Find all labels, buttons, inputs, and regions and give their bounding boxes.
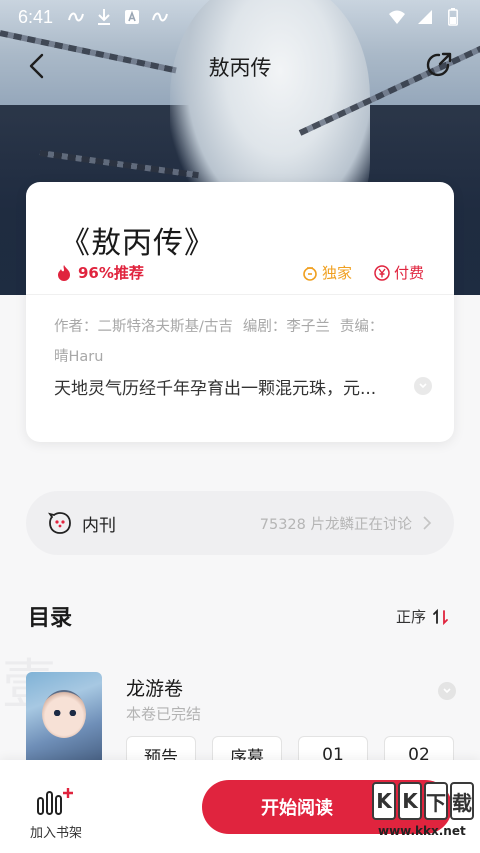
logo-letter: K (372, 782, 396, 820)
yen-icon (374, 264, 390, 281)
add-to-shelf-label: 加入书架 (29, 826, 82, 841)
add-to-shelf-button[interactable]: 加入书架 (26, 784, 86, 844)
volume-cover[interactable] (26, 672, 102, 772)
page-title: 敖丙传 (208, 57, 272, 80)
author-credit: 作者：二斯特洛夫斯基/古吉 (54, 319, 233, 335)
community-label: 内刊 (82, 515, 116, 536)
credits: 作者：二斯特洛夫斯基/古吉 编剧：李子兰 责编： 晴Haru (54, 312, 424, 372)
chevron-right-icon (423, 516, 432, 530)
back-button[interactable] (22, 50, 54, 82)
cover-eyes (52, 710, 78, 716)
sync-icon (67, 8, 85, 26)
a-icon (123, 8, 141, 26)
sort-label: 正序 (395, 608, 426, 626)
chevron-left-icon (29, 53, 44, 79)
book-info-card: 《敖丙传》 96%推荐 独家 付费 作者：二斯特洛夫斯基/古吉 编剧：李子兰 责编：… (26, 182, 454, 442)
logo-letter: 载 (450, 782, 474, 820)
sort-toggle[interactable]: 正序 (396, 606, 450, 627)
paid-tag: 付费 (374, 262, 424, 283)
catalog-title: 目录 (28, 605, 73, 630)
status-time: 6:41 (18, 6, 54, 27)
community-icon (48, 512, 71, 534)
book-summary[interactable]: 天地灵气历经千年孕育出一颗混元珠，元... (54, 374, 406, 399)
exclusive-tag: 独家 (302, 262, 352, 283)
writer-credit: 编剧：李子兰 (242, 319, 330, 335)
exclusive-icon (303, 266, 317, 281)
download-icon (95, 8, 113, 26)
exclusive-label: 独家 (321, 264, 352, 282)
logo-letter: 下 (424, 782, 448, 820)
volume-status: 本卷已完结 (126, 705, 202, 723)
flame-icon (58, 264, 70, 281)
volume-expand-button[interactable] (438, 682, 456, 700)
editor-credit: 责编： (339, 319, 384, 335)
nav-bar: 敖丙传 (0, 42, 480, 90)
bookshelf-add-icon (37, 788, 73, 815)
watermark-logo: K K 下 载 www.kkx.net (372, 782, 476, 852)
status-bar: 6:41 (0, 0, 480, 34)
community-discussion-count: 75328 片龙鳞正在讨论 (259, 516, 412, 533)
community-bar[interactable]: 内刊 75328 片龙鳞正在讨论 (26, 491, 454, 555)
wifi-icon (388, 8, 406, 26)
share-icon (426, 52, 452, 77)
recommend-text: 96%推荐 (78, 264, 144, 282)
summary-expand-button[interactable] (414, 377, 432, 395)
editor-name: 晴Haru (54, 349, 104, 365)
sync-icon (151, 8, 169, 26)
chevron-down-icon (443, 688, 451, 694)
share-button[interactable] (424, 50, 454, 80)
card-divider (26, 294, 454, 295)
logo-letter: K (398, 782, 422, 820)
recommend-rate: 96%推荐 (56, 262, 144, 283)
logo-url: www.kkx.net (378, 824, 466, 838)
paid-label: 付费 (393, 264, 424, 282)
book-title: 《敖丙传》 (60, 227, 215, 260)
chevron-down-icon (419, 383, 427, 389)
volume-title[interactable]: 龙游卷 (126, 674, 183, 701)
sort-icon (433, 608, 448, 625)
battery-icon (444, 8, 462, 26)
signal-icon (416, 8, 434, 26)
